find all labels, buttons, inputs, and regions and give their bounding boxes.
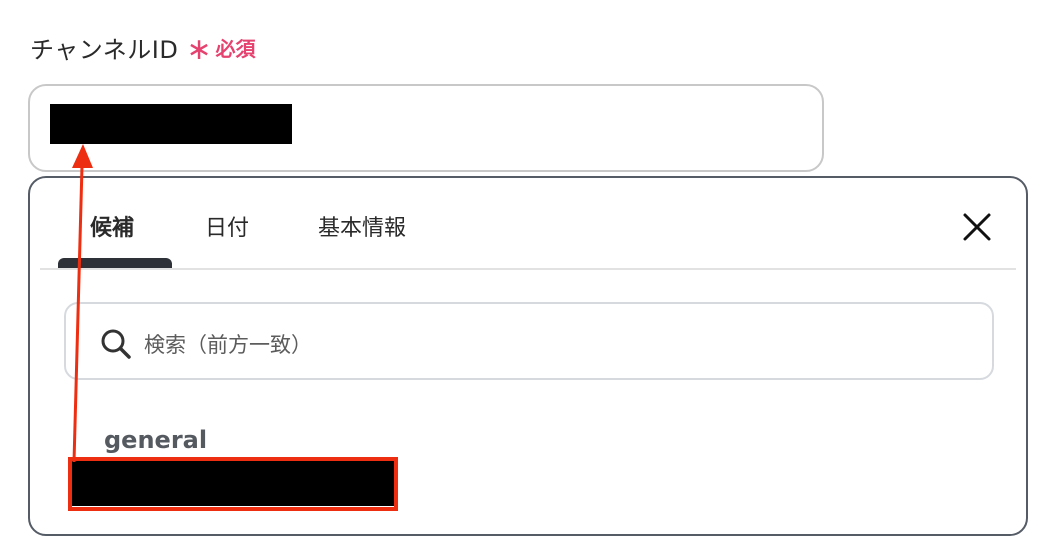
required-asterisk-icon: ∗ [186,32,212,67]
required-badge: 必須 [215,36,256,61]
redacted-channel-id [70,460,394,506]
tab-basic-info[interactable]: 基本情報 [318,210,406,242]
list-item[interactable]: general [70,422,470,522]
tab-date[interactable]: 日付 [205,210,249,242]
tab-bar: 候補 日付 基本情報 [40,178,1016,270]
channel-id-input[interactable] [28,84,824,172]
redacted-input-value [50,104,292,144]
search-input[interactable]: 検索（前方一致） [64,302,994,380]
channel-id-label: チャンネルID [30,35,179,64]
field-label: チャンネルID ∗ 必須 [30,30,256,67]
search-icon [98,326,134,362]
close-icon[interactable] [962,212,992,242]
active-tab-indicator [58,258,172,268]
tab-candidates[interactable]: 候補 [90,210,134,242]
channel-name: general [104,426,208,454]
suggestion-dropdown: 候補 日付 基本情報 検索（前方一致） general [28,176,1028,536]
search-placeholder: 検索（前方一致） [144,333,312,357]
